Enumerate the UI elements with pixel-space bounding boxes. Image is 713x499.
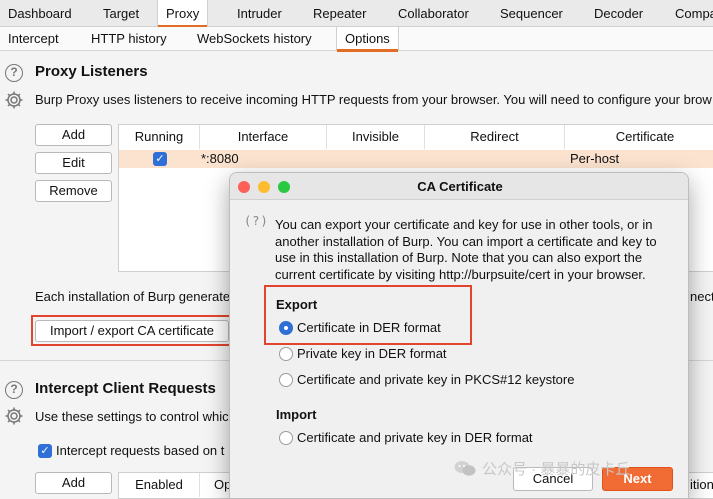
proxy-listeners-title: Proxy Listeners <box>35 63 148 80</box>
tab-http-history[interactable]: HTTP history <box>83 27 175 51</box>
edit-listener-button[interactable]: Edit <box>35 152 112 174</box>
tab-sequencer[interactable]: Sequencer <box>492 0 571 27</box>
help-icon: (?) <box>244 214 269 228</box>
dialog-description-line-4: current certificate by visiting http://b… <box>275 266 646 282</box>
gear-icon[interactable] <box>4 406 24 426</box>
intercept-requests-label: Intercept requests based on t <box>56 443 225 458</box>
proxy-sub-tab-bar: Intercept HTTP history WebSockets histor… <box>0 27 713 52</box>
dialog-title: CA Certificate <box>417 179 503 194</box>
table-row[interactable]: ✓ *:8080 Per-host <box>119 150 713 168</box>
cert-description: Each installation of Burp generate <box>35 289 231 304</box>
dialog-description-line-2: another installation of Burp. You can im… <box>275 233 657 249</box>
tab-intruder[interactable]: Intruder <box>229 0 290 27</box>
tab-repeater[interactable]: Repeater <box>305 0 374 27</box>
tab-proxy[interactable]: Proxy <box>157 0 209 28</box>
watermark-text: 公众号 · 暴暴的皮卡丘 <box>482 461 631 478</box>
tab-decoder[interactable]: Decoder <box>586 0 651 27</box>
intercept-rules-tail: ition <box>690 477 713 492</box>
certificate-cell: Per-host <box>570 151 620 166</box>
tab-intercept[interactable]: Intercept <box>0 27 67 51</box>
intercept-client-title: Intercept Client Requests <box>35 380 216 397</box>
gear-icon[interactable] <box>4 90 24 110</box>
import-der-radio[interactable] <box>279 431 293 445</box>
dialog-description-line-3: use in this installation of Burp. Note t… <box>275 250 643 265</box>
tab-comparer[interactable]: Compa <box>667 0 713 27</box>
running-checkbox[interactable]: ✓ <box>153 152 167 166</box>
tab-dashboard[interactable]: Dashboard <box>0 0 80 27</box>
export-option-label: Certificate and private key in PKCS#12 k… <box>297 372 575 387</box>
dialog-titlebar: CA Certificate <box>230 173 688 200</box>
interface-cell: *:8080 <box>201 151 239 166</box>
column-header-running[interactable]: Running <box>119 125 200 149</box>
main-tab-bar: Dashboard Target Proxy Intruder Repeater… <box>0 0 713 28</box>
proxy-listeners-description: Burp Proxy uses listeners to receive inc… <box>35 92 712 107</box>
dialog-body: (?) You can export your certificate and … <box>230 200 688 498</box>
import-heading: Import <box>276 407 317 422</box>
column-header-invisible[interactable]: Invisible <box>327 125 425 149</box>
help-icon[interactable]: ? <box>5 64 23 82</box>
column-header-certificate[interactable]: Certificate <box>565 125 713 149</box>
dialog-description-line-1: You can export your certificate and key … <box>275 217 653 232</box>
intercept-requests-checkbox[interactable]: ✓ <box>38 444 52 458</box>
add-listener-button[interactable]: Add <box>35 124 112 146</box>
column-header-interface[interactable]: Interface <box>200 125 327 149</box>
help-icon[interactable]: ? <box>5 381 23 399</box>
export-pkcs12-radio[interactable] <box>279 373 293 387</box>
export-heading: Export <box>276 297 318 312</box>
export-option-label: Private key in DER format <box>297 346 447 361</box>
export-der-private-key-radio[interactable] <box>279 347 293 361</box>
watermark: 公众号 · 暴暴的皮卡丘 <box>454 458 630 479</box>
import-option-label: Certificate and private key in DER forma… <box>297 430 533 445</box>
remove-listener-button[interactable]: Remove <box>35 180 112 202</box>
export-option-label: Certificate in DER format <box>297 320 441 335</box>
tab-websockets-history[interactable]: WebSockets history <box>189 27 320 51</box>
tab-collaborator[interactable]: Collaborator <box>390 0 477 27</box>
ca-certificate-dialog: CA Certificate (?) You can export your c… <box>229 172 689 499</box>
intercept-client-description: Use these settings to control whic <box>35 409 229 424</box>
column-header-enabled[interactable]: Enabled <box>119 473 200 497</box>
export-der-certificate-radio[interactable] <box>279 321 293 335</box>
cert-description-tail: necti <box>690 289 713 304</box>
column-header-redirect[interactable]: Redirect <box>425 125 565 149</box>
import-export-ca-button[interactable]: Import / export CA certificate <box>35 320 229 342</box>
tab-target[interactable]: Target <box>95 0 147 27</box>
wechat-icon <box>454 460 476 477</box>
add-rule-button[interactable]: Add <box>35 472 112 494</box>
tab-options[interactable]: Options <box>336 27 399 52</box>
